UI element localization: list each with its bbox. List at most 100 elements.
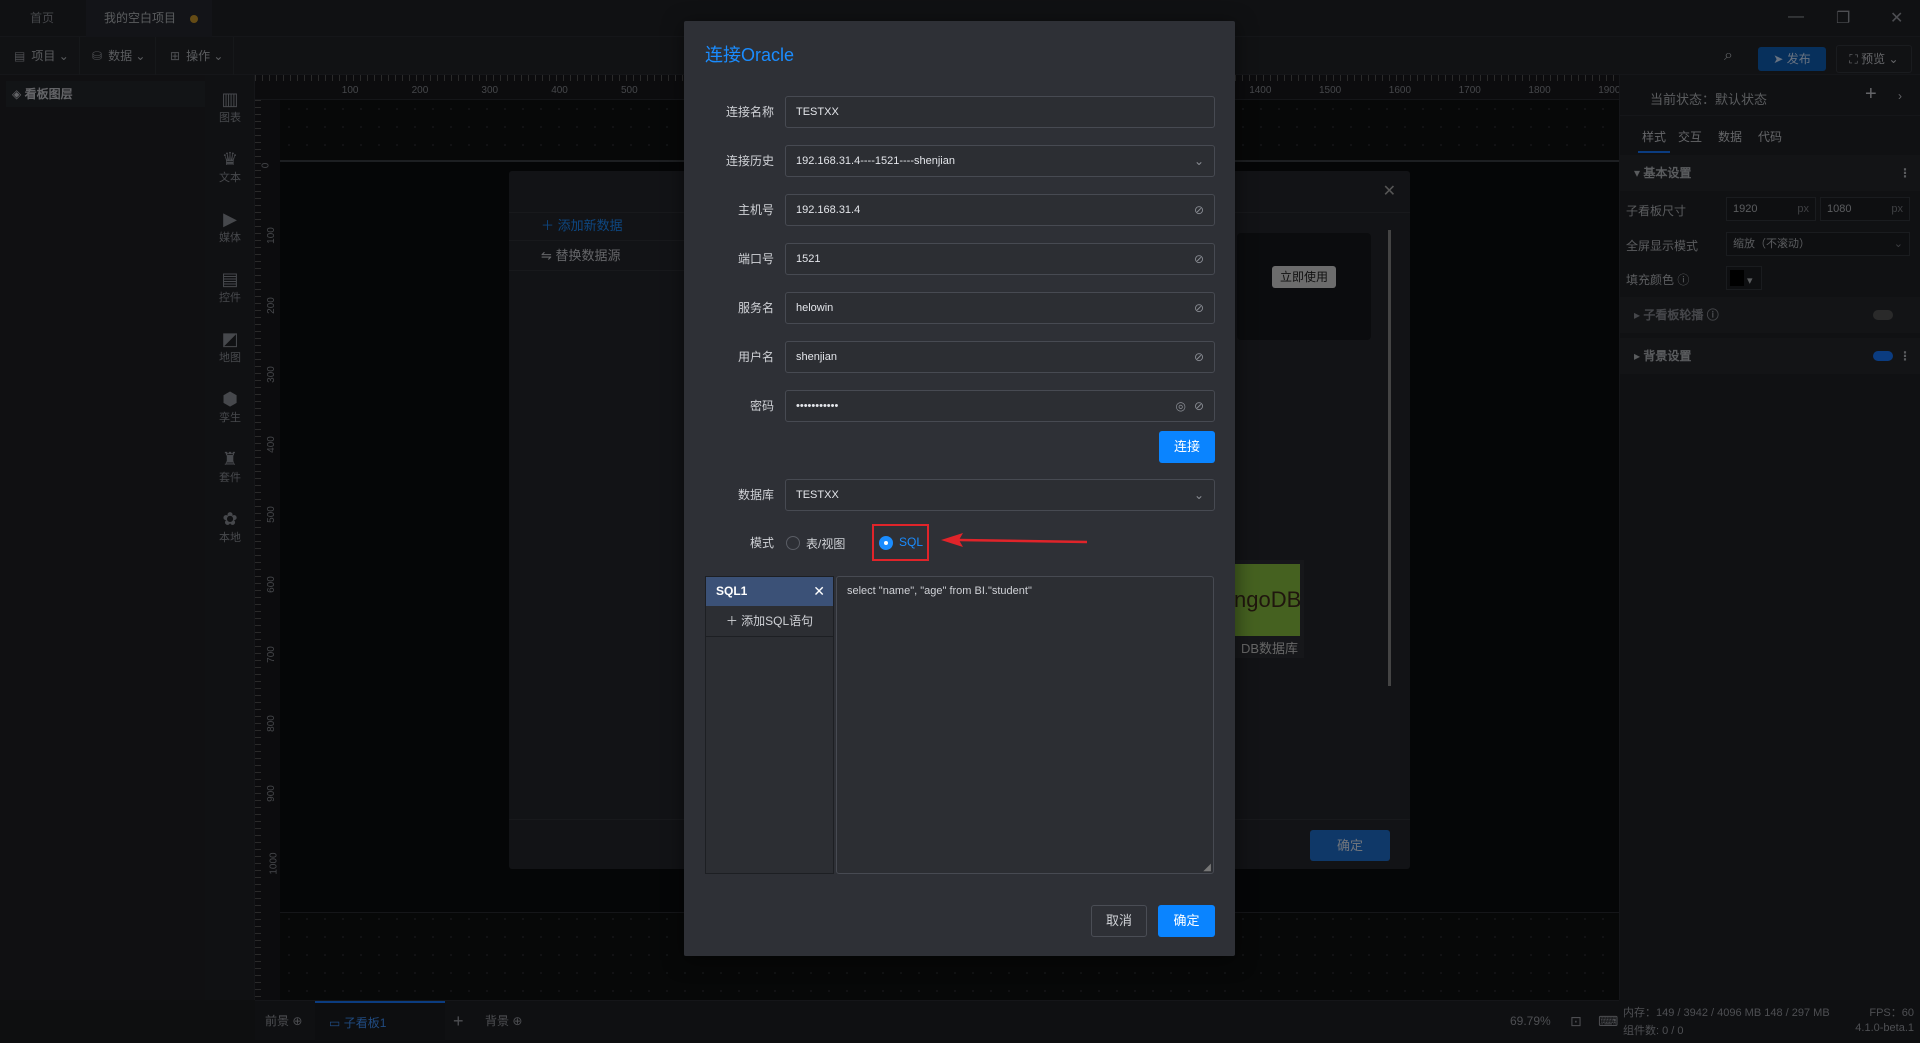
tab-subboard[interactable]: ▭ 子看板1 xyxy=(315,1001,445,1041)
component-4[interactable]: ◩ 地图 xyxy=(205,329,255,365)
chevron-down-icon: ⌄ xyxy=(1893,238,1903,250)
section-background[interactable]: ▸ 背景设置 ⋮ xyxy=(1620,338,1920,374)
sql-list: SQL1 ✕ ＋ 添加SQL语句 xyxy=(705,576,834,874)
add-board-icon[interactable]: + xyxy=(453,1001,464,1041)
publish-button[interactable]: ➤ 发布 xyxy=(1758,47,1826,71)
eye-off-icon[interactable]: ◎ xyxy=(1176,391,1186,421)
component-label: 控件 xyxy=(219,292,241,304)
field-input[interactable]: TESTXX xyxy=(785,96,1215,128)
ruler-label: 1800 xyxy=(1528,85,1551,96)
minimize-icon[interactable]: — xyxy=(1788,8,1804,26)
use-now-button[interactable]: 立即使用 xyxy=(1272,266,1336,288)
dialog-ok-button[interactable]: 确定 xyxy=(1310,830,1390,861)
component-6[interactable]: ♜ 套件 xyxy=(205,449,255,485)
database-select[interactable]: TESTXX ⌄ xyxy=(785,479,1215,511)
component-5[interactable]: ⬢ 孪生 xyxy=(205,389,255,425)
fill-color-picker[interactable]: ▾ xyxy=(1726,266,1762,290)
field-label: 密码 xyxy=(749,399,774,413)
ruler-label: 300 xyxy=(481,85,499,96)
tab-code[interactable]: 代码 xyxy=(1758,128,1782,145)
tab-project[interactable]: 我的空白项目 xyxy=(86,0,213,37)
menu-operation[interactable]: ⊞ 操作 ⌄ xyxy=(160,37,235,75)
component-bar: ▥ 图表 ♛ 文本 ▶ 媒体 ▤ 控件 ◩ 地图 ⬢ 孪生 ♜ 套件 ✿ 本地 xyxy=(205,75,255,1000)
component-label: 图表 xyxy=(219,112,241,124)
ruler-label: 1600 xyxy=(1388,85,1412,96)
carousel-toggle[interactable] xyxy=(1873,310,1893,320)
keyboard-icon[interactable]: ⌨ xyxy=(1598,1001,1618,1041)
radio-table-view[interactable] xyxy=(786,536,800,550)
sql-editor[interactable]: select "name", "age" from BI."student" ◢ xyxy=(836,576,1214,874)
foreground-label: 前景 xyxy=(265,1014,290,1028)
field-input[interactable]: 1521 ⊘ xyxy=(785,243,1215,275)
preview-label: 预览 xyxy=(1861,52,1886,66)
resize-handle-icon[interactable]: ◢ xyxy=(1203,862,1211,873)
close-icon[interactable]: ✕ xyxy=(1383,181,1396,201)
ok-button[interactable]: 确定 xyxy=(1158,905,1215,937)
add-circle-icon[interactable]: ⊕ xyxy=(512,1014,522,1028)
tab-home[interactable]: 首页 xyxy=(12,0,72,37)
check-circle-icon: ⊘ xyxy=(1193,350,1204,364)
field-label: 连接名称 xyxy=(725,105,774,119)
add-sql-button[interactable]: ＋ 添加SQL语句 xyxy=(706,606,833,637)
restore-icon[interactable]: ❐ xyxy=(1836,8,1850,28)
ruler-label: 100 xyxy=(265,226,277,244)
add-circle-icon[interactable]: ⊕ xyxy=(292,1014,302,1028)
background-toggle[interactable] xyxy=(1873,351,1893,361)
replace-data-source[interactable]: ⇋ 替换数据源 xyxy=(509,241,689,271)
template-card[interactable]: 立即使用 xyxy=(1237,233,1371,340)
tab-background[interactable]: 背景 ⊕ xyxy=(485,1001,522,1041)
more-icon[interactable]: ⋮ xyxy=(1899,155,1911,191)
check-circle-icon: ⊘ xyxy=(1193,252,1204,266)
fps-text: FPS：60 xyxy=(1869,1007,1914,1019)
component-7[interactable]: ✿ 本地 xyxy=(205,509,255,545)
close-icon[interactable]: ✕ xyxy=(813,577,825,606)
sql-tab[interactable]: SQL1 ✕ xyxy=(706,577,833,606)
menu-label: 操作 xyxy=(186,49,211,63)
component-0[interactable]: ▥ 图表 xyxy=(205,89,255,125)
check-circle-icon: ⊘ xyxy=(1193,399,1204,413)
add-new-data[interactable]: ＋ 添加新数据 xyxy=(509,211,689,241)
board-tabs: 前景 ⊕ ▭ 子看板1 + 背景 ⊕ 69.79% ⊡ ⌨ xyxy=(255,1000,1619,1041)
width-input[interactable]: 1920 px xyxy=(1726,197,1816,221)
fullscreen-select[interactable]: 缩放（不滚动） ⌄ xyxy=(1726,232,1910,256)
mongodb-card[interactable]: ngoDB DB数据库 xyxy=(1234,560,1304,658)
table-view-label[interactable]: 表/视图 xyxy=(806,535,845,552)
menu-data[interactable]: ⛁ 数据 ⌄ xyxy=(82,37,157,75)
scrollbar[interactable] xyxy=(1388,230,1391,686)
component-3[interactable]: ▤ 控件 xyxy=(205,269,255,305)
section-basic[interactable]: ▾ 基本设置 ⋮ xyxy=(1620,155,1920,191)
cancel-button[interactable]: 取消 xyxy=(1091,905,1147,937)
chevron-right-icon[interactable]: › xyxy=(1898,89,1902,103)
more-icon[interactable]: ⋮ xyxy=(1899,338,1911,374)
field-input[interactable]: ••••••••••• ⊘ ◎ xyxy=(785,390,1215,422)
fit-screen-icon[interactable]: ⊡ xyxy=(1570,1001,1582,1041)
field-input[interactable]: shenjian ⊘ xyxy=(785,341,1215,373)
zoom-level[interactable]: 69.79% xyxy=(1510,1001,1551,1041)
menu-project[interactable]: ▤ 项目 ⌄ xyxy=(4,37,80,75)
mode-label: 模式 xyxy=(749,536,774,550)
size-label: 子看板尺寸 xyxy=(1626,204,1687,218)
section-carousel[interactable]: ▸ 子看板轮播 ⓘ xyxy=(1620,297,1920,333)
connect-button[interactable]: 连接 xyxy=(1159,431,1215,463)
field-input[interactable]: 192.168.31.4 ⊘ xyxy=(785,194,1215,226)
field-input[interactable]: 192.168.31.4----1521----shenjian ⌄ xyxy=(785,145,1215,177)
field-input[interactable]: helowin ⊘ xyxy=(785,292,1215,324)
field-value: 192.168.31.4----1521----shenjian xyxy=(796,155,955,167)
tab-style[interactable]: 样式 xyxy=(1638,128,1671,153)
height-input[interactable]: 1080 px xyxy=(1820,197,1910,221)
component-1[interactable]: ♛ 文本 xyxy=(205,149,255,185)
preview-button[interactable]: ⛶ 预览 ⌄ xyxy=(1836,45,1912,73)
component-2[interactable]: ▶ 媒体 xyxy=(205,209,255,245)
component-icon: ◩ xyxy=(221,329,239,349)
tab-foreground[interactable]: 前景 ⊕ xyxy=(265,1001,302,1041)
tab-interaction[interactable]: 交互 xyxy=(1678,128,1702,145)
field-label: 端口号 xyxy=(737,252,774,266)
tab-data[interactable]: 数据 xyxy=(1718,128,1742,145)
annotation-arrow-icon xyxy=(941,533,1088,547)
item-label: 替换数据源 xyxy=(555,248,621,263)
add-state-icon[interactable]: + xyxy=(1865,83,1877,106)
section-title: 子看板轮播 xyxy=(1643,308,1704,322)
fill-label-text: 填充颜色 xyxy=(1626,273,1675,287)
close-window-icon[interactable]: ✕ xyxy=(1890,8,1903,28)
search-icon[interactable]: ⌕ xyxy=(1724,47,1733,65)
